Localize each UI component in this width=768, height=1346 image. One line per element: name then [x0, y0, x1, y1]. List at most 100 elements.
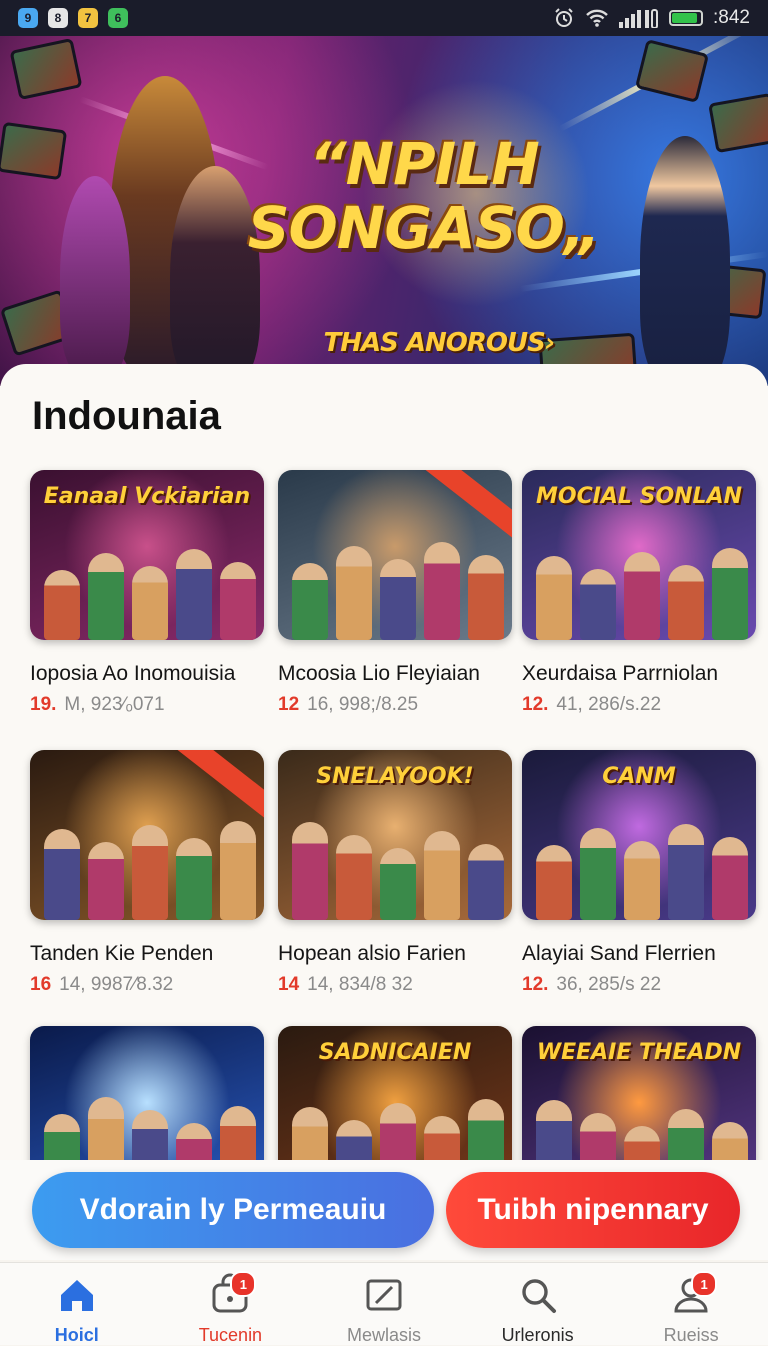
- edit-icon: [362, 1273, 406, 1317]
- profile-icon: 1: [669, 1271, 718, 1317]
- thumbnail-character: [712, 548, 748, 640]
- thumbnail-character: [176, 549, 212, 640]
- nav-label: Rueiss: [663, 1325, 719, 1345]
- home-icon: [55, 1273, 99, 1317]
- hero-banner[interactable]: “NPILH SONGASO„ THAS ANOROUS›: [0, 36, 768, 386]
- thumbnail-character: [336, 1120, 372, 1164]
- hero-title-line2: SONGASO„: [247, 194, 602, 262]
- game-card[interactable]: SADNICAIEN: [278, 1026, 512, 1164]
- game-stats: 36, 285/s 22: [556, 974, 662, 995]
- thumbnail-character: [292, 822, 328, 920]
- game-card[interactable]: MOCIAL SONLAN Xeurdaisa Parrniolan 12. 41, …: [522, 470, 756, 716]
- nav-item-profile[interactable]: 1 Rueiss: [614, 1263, 768, 1345]
- hero-title-line1: “NPILH: [309, 130, 539, 198]
- thumbnail-character: [380, 848, 416, 920]
- thumbnail-character: [468, 1099, 504, 1164]
- game-card[interactable]: CANM Alayiai Sand Flerrien 12. 36, 285/s 22: [522, 750, 756, 996]
- game-card[interactable]: Eanaal Vckiarian Ioposia Ao Inomouisia 19.…: [30, 470, 264, 716]
- game-card[interactable]: [30, 1026, 264, 1164]
- game-thumbnail[interactable]: [30, 1026, 264, 1164]
- game-thumbnail[interactable]: Eanaal Vckiarian: [30, 470, 264, 640]
- thumbnail-character: [336, 835, 372, 920]
- thumbnail-character: [624, 552, 660, 640]
- game-title[interactable]: Tanden Kie Penden: [30, 942, 264, 966]
- game-meta: 16 14, 9987⁄8.32: [30, 974, 264, 996]
- thumbnail-character: [624, 1126, 660, 1164]
- game-title[interactable]: Ioposia Ao Inomouisia: [30, 662, 264, 686]
- battery-icon: [669, 10, 704, 26]
- game-title[interactable]: Hopean alsio Farien: [278, 942, 512, 966]
- thumbnail-ribbon: [423, 470, 512, 543]
- game-card[interactable]: SNELAYOOK! Hopean alsio Farien 14 14, 834/8…: [278, 750, 512, 996]
- battery-level: [672, 13, 698, 23]
- hero-screen-tile: [634, 39, 710, 103]
- game-rank: 14: [278, 974, 300, 995]
- game-stats: 14, 9987⁄8.32: [59, 974, 174, 995]
- thumbnail-character: [668, 824, 704, 920]
- thumbnail-character: [44, 570, 80, 640]
- nav-item-search[interactable]: Urleronis: [461, 1263, 615, 1345]
- nav-item-home[interactable]: Hoicl: [0, 1263, 154, 1345]
- nav-label: Hoicl: [54, 1325, 99, 1345]
- game-thumbnail[interactable]: MOCIAL SONLAN: [522, 470, 756, 640]
- primary-action-button[interactable]: Vdorain ly Permeauiu: [32, 1172, 434, 1248]
- notification-badge: 1: [691, 1271, 718, 1297]
- app-icon-2: 7: [78, 8, 98, 28]
- thumbnail-character: [88, 842, 124, 920]
- thumbnail-character: [580, 1113, 616, 1164]
- game-thumbnail[interactable]: SNELAYOOK!: [278, 750, 512, 920]
- thumbnail-character: [712, 837, 748, 920]
- game-title[interactable]: Mcoosia Lio Fleyiaian: [278, 662, 512, 686]
- thumbnail-title: CANM: [602, 764, 676, 789]
- bag-icon: 1: [208, 1271, 257, 1317]
- thumbnail-character: [220, 1106, 256, 1164]
- thumbnail-character: [624, 841, 660, 920]
- nav-item-bag[interactable]: 1 Tucenin: [154, 1263, 308, 1345]
- game-thumbnail[interactable]: [30, 750, 264, 920]
- game-thumbnail[interactable]: WEEAIE THEADN: [522, 1026, 756, 1164]
- thumbnail-character: [220, 562, 256, 640]
- game-thumbnail[interactable]: SADNICAIEN: [278, 1026, 512, 1164]
- thumbnail-title: MOCIAL SONLAN: [535, 484, 743, 509]
- game-rank: 12.: [522, 974, 549, 995]
- hero-subtitle: THAS ANOROUS›: [323, 328, 555, 358]
- status-time: :842: [713, 7, 750, 28]
- content-sheet: Indounaia Eanaal Vckiarian Ioposia Ao Ino…: [0, 364, 768, 1164]
- thumbnail-character: [336, 546, 372, 640]
- hero-screen-tile: [9, 37, 83, 101]
- thumbnail-character: [580, 828, 616, 920]
- thumbnail-title: WEEAIE THEADN: [536, 1040, 742, 1065]
- status-bar-indicators: :842: [553, 7, 750, 29]
- game-rank: 19.: [30, 694, 57, 715]
- thumbnail-character: [468, 844, 504, 920]
- game-title[interactable]: Alayiai Sand Flerrien: [522, 942, 756, 966]
- app-icon-1: 8: [48, 8, 68, 28]
- game-card[interactable]: WEEAIE THEADN: [522, 1026, 756, 1164]
- thumbnail-character: [292, 563, 328, 640]
- game-thumbnail[interactable]: CANM: [522, 750, 756, 920]
- game-thumbnail[interactable]: [278, 470, 512, 640]
- nav-item-edit[interactable]: Mewlasis: [307, 1263, 461, 1345]
- nav-label: Mewlasis: [346, 1325, 421, 1345]
- game-card[interactable]: Tanden Kie Penden 16 14, 9987⁄8.32: [30, 750, 264, 996]
- map-pin-icon: 9: [18, 8, 38, 28]
- thumbnail-character: [44, 829, 80, 920]
- thumbnail-character: [380, 1103, 416, 1164]
- game-card[interactable]: Mcoosia Lio Fleyiaian 12 16, 998;/8.25: [278, 470, 512, 716]
- nav-label: Tucenin: [198, 1325, 263, 1345]
- thumbnail-ribbon: [175, 750, 264, 823]
- thumbnail-character: [132, 566, 168, 640]
- game-rank: 12.: [522, 694, 549, 715]
- thumbnail-character: [536, 1100, 572, 1164]
- thumbnail-character: [536, 845, 572, 920]
- secondary-action-button[interactable]: Tuibh nipennary: [446, 1172, 740, 1248]
- thumbnail-character: [712, 1122, 748, 1164]
- thumbnail-character: [668, 1109, 704, 1164]
- game-title[interactable]: Xeurdaisa Parrniolan: [522, 662, 756, 686]
- game-meta: 12 16, 998;/8.25: [278, 694, 512, 716]
- search-icon: [516, 1273, 560, 1317]
- game-stats: 14, 834/8 32: [307, 974, 413, 995]
- section-title: Indounaia: [32, 394, 221, 438]
- hero-title: “NPILH SONGASO„: [40, 132, 768, 260]
- thumbnail-character: [220, 821, 256, 920]
